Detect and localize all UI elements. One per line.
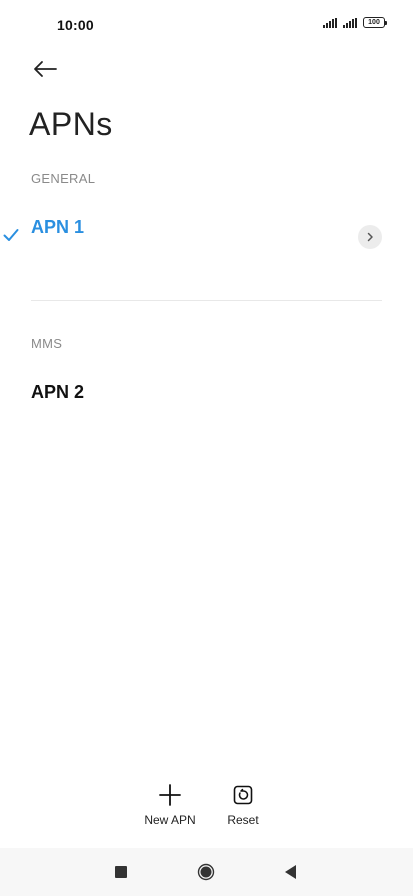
new-apn-label: New APN (144, 813, 196, 827)
reset-icon (231, 783, 255, 807)
recents-button[interactable] (111, 862, 131, 882)
section-header-mms: MMS (31, 336, 63, 351)
nav-back-button[interactable] (281, 862, 301, 882)
navigation-bar (0, 848, 413, 896)
circle-icon (197, 863, 215, 881)
signal-icon-2 (343, 17, 357, 28)
apn-item-label: APN 2 (31, 382, 85, 402)
apn-item-apn-2[interactable]: APN 2 (0, 374, 413, 414)
status-icons: 100 (323, 17, 387, 28)
triangle-left-icon (285, 865, 296, 879)
battery-icon: 100 (363, 17, 387, 28)
signal-icon (323, 17, 337, 28)
back-button[interactable] (30, 56, 60, 82)
page-title: APNs (29, 106, 113, 142)
apn-item-apn-1[interactable]: APN 1 (0, 210, 413, 270)
battery-level: 100 (368, 19, 380, 26)
home-button[interactable] (196, 862, 216, 882)
status-time: 10:00 (57, 17, 94, 33)
apn-item-label: APN 1 (31, 217, 85, 237)
reset-label: Reset (227, 813, 259, 827)
arrow-left-icon (34, 61, 57, 77)
reset-button[interactable]: Reset (222, 783, 264, 827)
square-icon (115, 866, 127, 878)
apn-details-button[interactable] (358, 225, 382, 249)
section-header-general: GENERAL (31, 171, 96, 186)
status-bar: 10:00 100 (0, 0, 413, 48)
check-icon (3, 229, 19, 241)
section-divider (31, 300, 382, 301)
chevron-right-icon (367, 232, 373, 242)
plus-icon (158, 783, 182, 807)
new-apn-button[interactable]: New APN (140, 783, 200, 827)
